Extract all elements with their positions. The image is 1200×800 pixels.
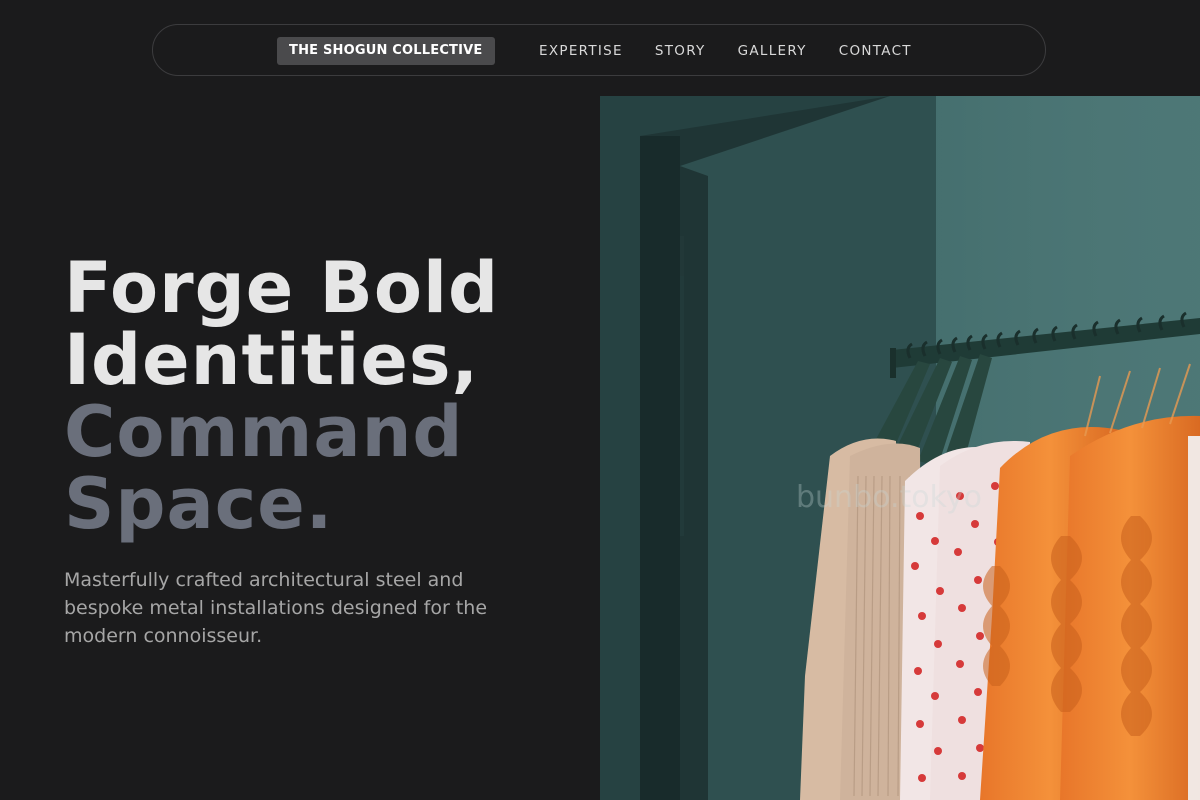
nav-links: EXPERTISE STORY GALLERY CONTACT <box>539 25 912 77</box>
brand-logo-link[interactable]: THE SHOGUN COLLECTIVE <box>277 37 495 65</box>
nav-link-story[interactable]: STORY <box>655 43 706 59</box>
page: THE SHOGUN COLLECTIVE EXPERTISE STORY GA… <box>0 0 1200 800</box>
nav-link-expertise[interactable]: EXPERTISE <box>539 43 623 59</box>
hero-title: Forge Bold Identities, Command Space. <box>64 252 499 540</box>
hero-image-clothing-rack: bunbo.tokyo <box>600 96 1200 800</box>
hero-title-line-1: Forge Bold <box>64 247 500 329</box>
clothing-rack-illustration <box>600 96 1200 800</box>
nav-link-gallery[interactable]: GALLERY <box>738 43 807 59</box>
hero-title-line-3: Command <box>64 391 464 473</box>
image-watermark: bunbo.tokyo <box>796 480 983 515</box>
hero-subtitle: Masterfully crafted architectural steel … <box>64 569 488 647</box>
top-navigation: THE SHOGUN COLLECTIVE EXPERTISE STORY GA… <box>152 24 1046 76</box>
hero-title-line-2: Identities, <box>64 319 480 401</box>
nav-link-contact[interactable]: CONTACT <box>839 43 912 59</box>
hero-title-line-4: Space. <box>64 463 334 545</box>
